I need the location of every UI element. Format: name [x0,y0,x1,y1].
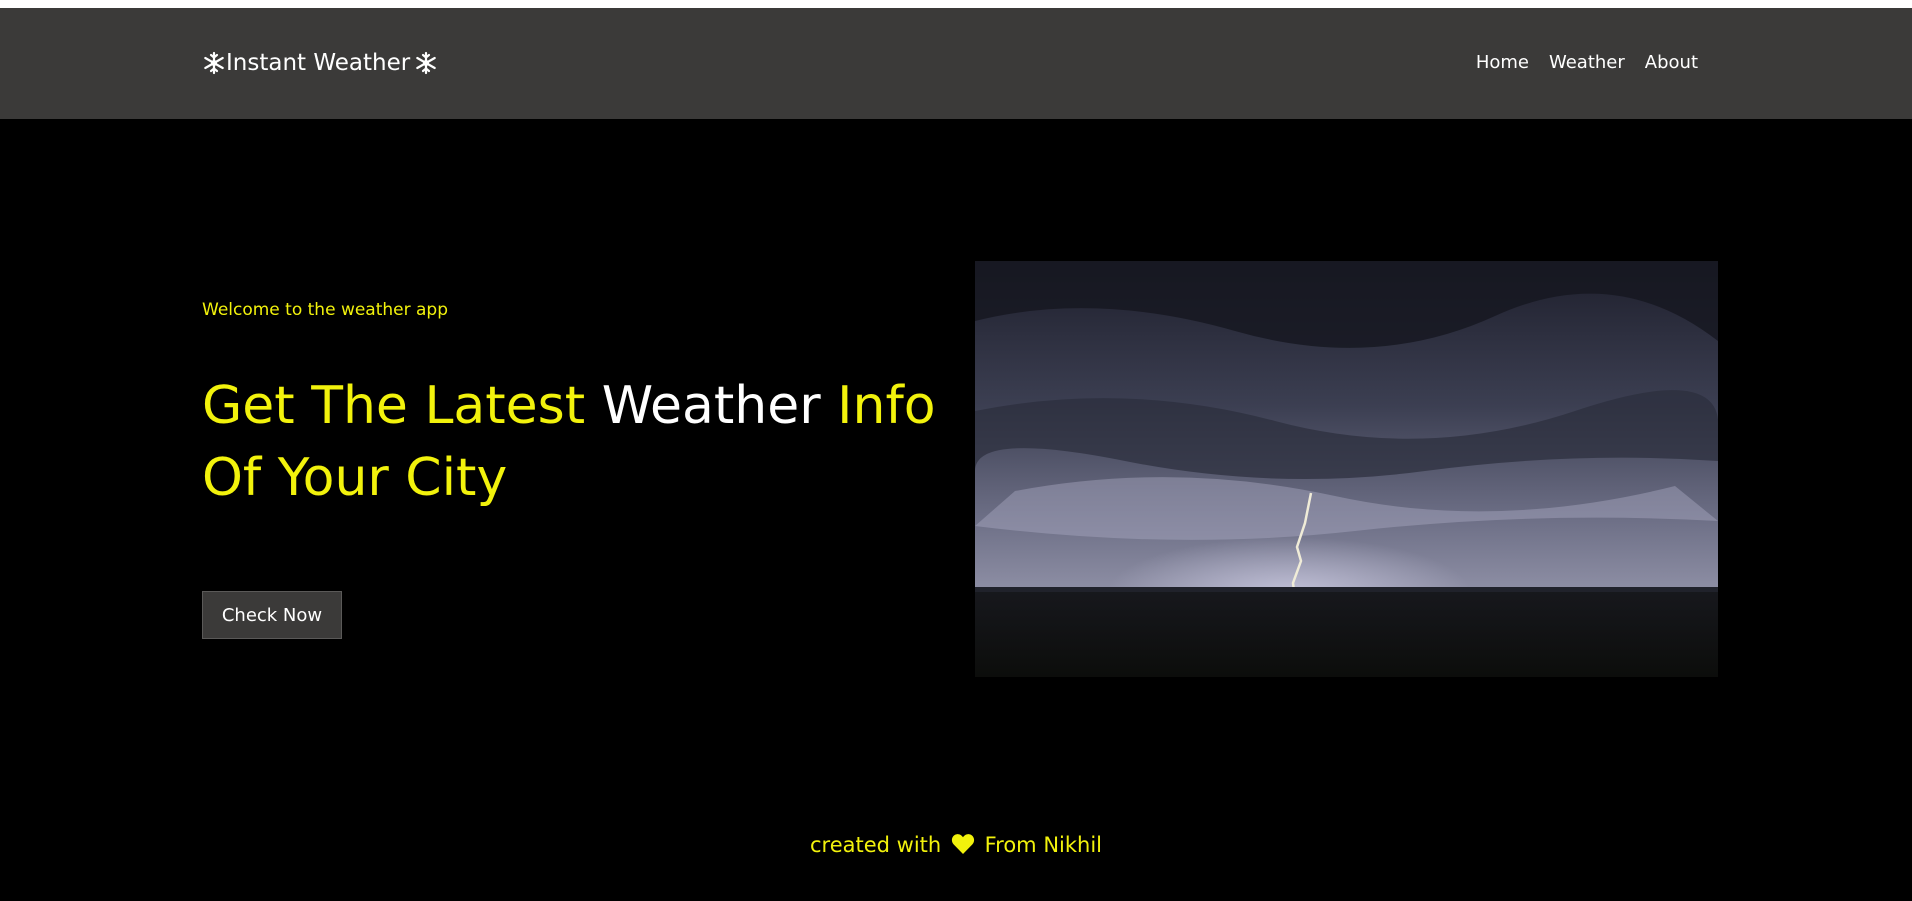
snowflake-icon [202,51,226,75]
brand-logo-link[interactable]: Instant Weather [202,45,438,81]
brand-text: Instant Weather [226,50,411,76]
nav-weather-link[interactable]: Weather [1539,46,1635,79]
nav-links: Home Weather About [1466,46,1708,79]
page: Instant Weather Home Weather About Welco… [0,8,1912,901]
footer: created with From Nikhil [0,833,1912,857]
storm-image [975,261,1718,677]
navbar: Instant Weather Home Weather About [0,8,1912,119]
footer-text-before: created with [810,833,942,857]
hero-intro: Welcome to the weather app [202,300,962,320]
welcome-text: Welcome to the weather app [202,300,449,320]
nav-about-link[interactable]: About [1635,46,1708,79]
snowflake-icon [414,51,438,75]
headline-part-1: Get The Latest [202,376,602,436]
check-now-button[interactable]: Check Now [202,591,342,639]
footer-text-after: From Nikhil [984,833,1102,857]
hero-headline: Get The Latest Weather Info Of Your City [202,370,962,514]
nav-home-link[interactable]: Home [1466,46,1539,79]
heart-icon [951,834,975,854]
headline-part-2: Weather [601,376,821,436]
